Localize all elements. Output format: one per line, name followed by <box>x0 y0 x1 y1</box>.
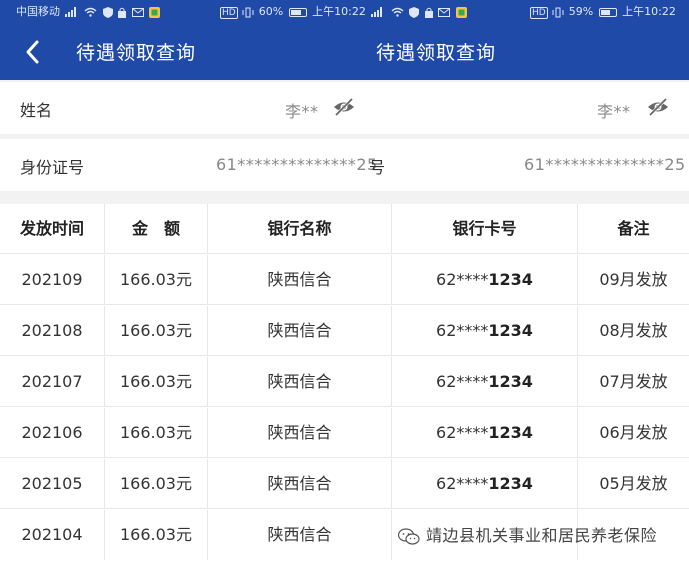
amount-cell: 166.03元 <box>105 306 208 356</box>
status-bar-right-1: HD 60% 上午10:22 <box>220 4 366 20</box>
card-prefix: 62**** <box>436 372 489 391</box>
id-label-fragment: 号 <box>369 158 386 177</box>
bank-cell: 陕西信合 <box>208 255 392 305</box>
app-icon <box>149 6 160 18</box>
date-cell: 202107 <box>0 357 105 407</box>
note-cell: 07月发放 <box>599 372 668 391</box>
table-row[interactable]: 202105 166.03元 陕西信合 62****1234 05月发放 <box>0 459 689 509</box>
status-bar-left: 中国移动 <box>16 4 161 20</box>
mail-icon <box>131 7 144 17</box>
amount-cell: 166.03元 <box>105 510 208 560</box>
date-cell: 202108 <box>0 306 105 356</box>
page-title: 待遇领取查询 <box>76 42 197 64</box>
id-value: 61**************25 <box>216 155 378 174</box>
amount-cell: 166.03元 <box>105 357 208 407</box>
amount-cell: 166.03元 <box>105 255 208 305</box>
amount-cell: 166.03元 <box>105 459 208 509</box>
eye-off-icon <box>334 97 354 117</box>
payment-table: 发放时间 金 额 银行名称 银行卡号 备注 202109 166.03元 陕西信… <box>0 204 689 562</box>
name-label: 姓名 <box>20 101 53 120</box>
id-label: 身份证号 <box>20 158 85 177</box>
card-cell: 62****1234 <box>392 255 578 305</box>
visibility-toggle-duplicate[interactable] <box>647 97 669 117</box>
signal-icon <box>371 7 382 17</box>
signal-icon <box>64 7 76 17</box>
table-header: 发放时间 金 额 银行名称 银行卡号 备注 <box>0 204 689 254</box>
note-cell: 05月发放 <box>599 474 668 493</box>
clock: 上午10:22 <box>312 5 366 18</box>
header-amount: 金 额 <box>105 204 208 254</box>
chevron-left-icon <box>26 40 39 64</box>
hd-badge: HD <box>530 7 548 19</box>
shield-icon <box>102 6 113 18</box>
bank-cell: 陕西信合 <box>208 510 392 560</box>
wifi-icon <box>391 7 403 17</box>
card-suffix: 1234 <box>488 270 533 289</box>
vibrate-icon <box>242 7 254 17</box>
watermark-text: 靖边县机关事业和居民养老保险 <box>426 526 658 545</box>
header-date: 发放时间 <box>0 204 105 254</box>
id-value-duplicate: 61**************25 <box>524 155 686 174</box>
status-bar-left-2 <box>370 4 468 20</box>
table-row[interactable]: 202108 166.03元 陕西信合 62****1234 08月发放 <box>0 306 689 356</box>
header-note: 备注 <box>617 219 650 238</box>
id-row: 身份证号 61**************25 号 61************… <box>0 139 689 191</box>
amount-cell: 166.03元 <box>105 408 208 458</box>
wechat-icon <box>397 527 420 545</box>
lock-icon <box>424 7 433 18</box>
battery-percent: 59% <box>568 5 594 18</box>
back-button[interactable] <box>22 38 48 66</box>
card-prefix: 62**** <box>436 423 489 442</box>
carrier-label: 中国移动 <box>16 5 60 18</box>
date-cell: 202106 <box>0 408 105 458</box>
table-row[interactable]: 202106 166.03元 陕西信合 62****1234 06月发放 <box>0 408 689 458</box>
vibrate-icon <box>552 7 564 17</box>
header-card: 银行卡号 <box>392 204 578 254</box>
shield-icon <box>409 6 419 18</box>
date-cell: 202105 <box>0 459 105 509</box>
name-value: 李** <box>285 102 319 121</box>
card-prefix: 62**** <box>436 270 489 289</box>
card-cell: 62****1234 <box>392 357 578 407</box>
battery-icon <box>598 7 617 17</box>
page: 中国移动 HD 60% 上午10:22 HD 59% 上午10:22 待遇领取查… <box>0 0 689 562</box>
mail-icon <box>438 7 450 17</box>
card-prefix: 62**** <box>436 321 489 340</box>
date-cell: 202104 <box>0 510 105 560</box>
wifi-icon <box>84 7 97 17</box>
note-cell: 08月发放 <box>599 321 668 340</box>
hd-badge: HD <box>220 7 238 19</box>
bank-cell: 陕西信合 <box>208 357 392 407</box>
lock-icon <box>118 7 126 18</box>
card-suffix: 1234 <box>488 474 533 493</box>
table-row[interactable]: 202109 166.03元 陕西信合 62****1234 09月发放 <box>0 255 689 305</box>
app-icon <box>455 6 467 18</box>
visibility-toggle[interactable] <box>333 97 355 117</box>
battery-percent: 60% <box>258 5 284 18</box>
date-cell: 202109 <box>0 255 105 305</box>
card-prefix: 62**** <box>436 474 489 493</box>
name-row: 姓名 李** 李** <box>0 82 689 134</box>
eye-off-icon <box>648 97 668 117</box>
bank-cell: 陕西信合 <box>208 459 392 509</box>
app-header: 中国移动 HD 60% 上午10:22 HD 59% 上午10:22 待遇领取查… <box>0 0 689 80</box>
card-suffix: 1234 <box>488 321 533 340</box>
bank-cell: 陕西信合 <box>208 408 392 458</box>
card-suffix: 1234 <box>488 423 533 442</box>
note-cell: 09月发放 <box>599 270 668 289</box>
bank-cell: 陕西信合 <box>208 306 392 356</box>
card-suffix: 1234 <box>488 372 533 391</box>
header-bank: 银行名称 <box>208 204 392 254</box>
page-title-duplicate: 待遇领取查询 <box>376 42 497 64</box>
card-cell: 62****1234 <box>392 459 578 509</box>
card-cell: 62****1234 <box>392 306 578 356</box>
note-cell: 06月发放 <box>599 423 668 442</box>
status-bar-right-2: HD 59% 上午10:22 <box>530 4 676 20</box>
table-row[interactable]: 202107 166.03元 陕西信合 62****1234 07月发放 <box>0 357 689 407</box>
name-value-duplicate: 李** <box>597 102 631 121</box>
wechat-watermark: 靖边县机关事业和居民养老保险 <box>397 522 658 546</box>
card-cell: 62****1234 <box>392 408 578 458</box>
clock: 上午10:22 <box>622 5 676 18</box>
battery-icon <box>288 7 307 17</box>
